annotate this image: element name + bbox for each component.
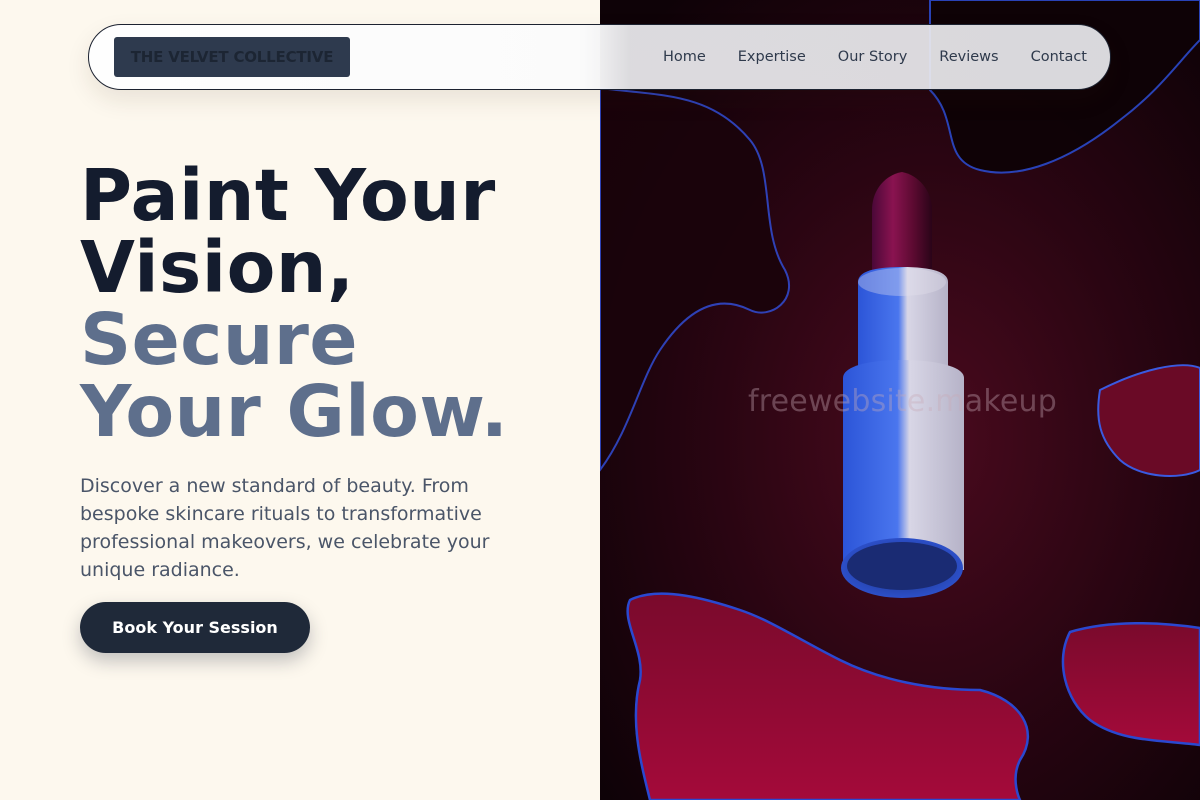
nav-expertise-link[interactable]: Expertise <box>738 49 806 65</box>
hero-image: freewebsite.makeup <box>600 0 1200 800</box>
nav-contact-link[interactable]: Contact <box>1031 49 1087 65</box>
page: freewebsite.makeup THE VELVET COLLECTIVE… <box>0 0 1200 800</box>
headline-line-2: Vision, <box>80 226 355 309</box>
headline-line-3: Secure <box>80 298 359 381</box>
navbar: THE VELVET COLLECTIVE Home Expertise Our… <box>88 24 1111 90</box>
nav-links: Home Expertise Our Story Reviews Contact <box>663 25 1087 89</box>
nav-home-link[interactable]: Home <box>663 49 706 65</box>
nav-reviews-link[interactable]: Reviews <box>939 49 998 65</box>
nav-our-story-link[interactable]: Our Story <box>838 49 907 65</box>
headline-line-4: Your Glow. <box>80 370 509 453</box>
book-session-button[interactable]: Book Your Session <box>80 602 310 653</box>
watermark-text: freewebsite.makeup <box>748 384 1057 419</box>
hero-headline: Paint Your Vision, Secure Your Glow. <box>80 160 580 448</box>
brand-logo[interactable]: THE VELVET COLLECTIVE <box>114 37 350 77</box>
hero-description: Discover a new standard of beauty. From … <box>80 475 490 581</box>
headline-line-1: Paint Your <box>80 154 496 237</box>
